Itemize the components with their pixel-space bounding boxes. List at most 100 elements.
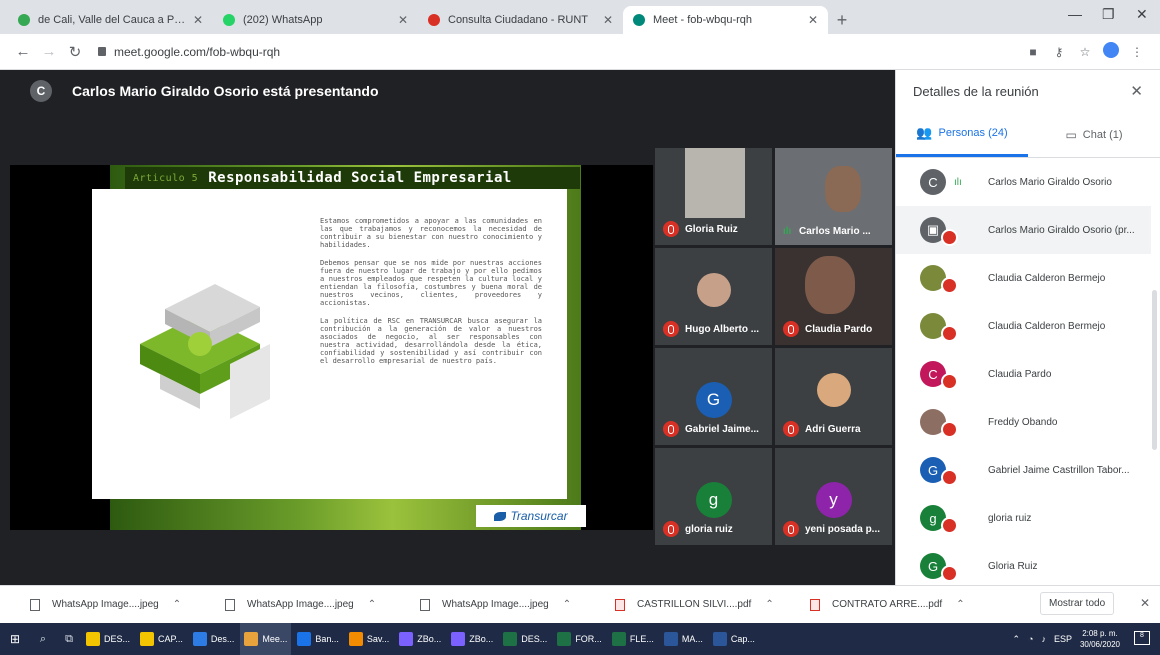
mic-off-icon bbox=[941, 517, 958, 534]
participant-list-item[interactable]: g gloria ruiz bbox=[896, 494, 1151, 542]
app-icon bbox=[244, 632, 259, 646]
taskbar-app[interactable]: Sav... bbox=[345, 623, 393, 655]
tab-chat[interactable]: ▭ Chat (1) bbox=[1028, 112, 1160, 157]
forward-icon[interactable]: → bbox=[36, 43, 62, 60]
participant-list-name: Carlos Mario Giraldo Osorio bbox=[988, 176, 1112, 188]
close-tab-icon[interactable]: ✕ bbox=[808, 13, 818, 27]
close-tab-icon[interactable]: ✕ bbox=[398, 13, 408, 27]
panel-scrollbar[interactable] bbox=[1152, 290, 1157, 450]
participant-list-item[interactable]: ▣ Carlos Mario Giraldo Osorio (pr... bbox=[896, 206, 1151, 254]
participant-avatar-photo bbox=[697, 273, 731, 307]
volume-icon[interactable]: ♪ bbox=[1041, 634, 1046, 644]
taskbar-app[interactable]: FLE... bbox=[608, 623, 658, 655]
show-all-button[interactable]: Mostrar todo bbox=[1040, 592, 1115, 615]
participant-avatar: ▣ bbox=[920, 217, 958, 246]
mic-off-icon bbox=[783, 521, 799, 537]
taskbar-app-label: CAP... bbox=[158, 634, 183, 644]
app-icon bbox=[557, 632, 572, 646]
participant-list-name: Freddy Obando bbox=[988, 416, 1058, 428]
tray-chevron-icon[interactable]: ⌃ bbox=[1012, 634, 1020, 645]
close-tab-icon[interactable]: ✕ bbox=[603, 13, 613, 27]
participant-list-item[interactable]: Freddy Obando bbox=[896, 398, 1151, 446]
language-indicator[interactable]: ESP bbox=[1054, 634, 1072, 644]
download-item[interactable]: WhatsApp Image....jpeg ⌃ bbox=[0, 598, 195, 611]
chevron-up-icon[interactable]: ⌃ bbox=[956, 599, 964, 610]
taskbar-app[interactable]: ZBo... bbox=[447, 623, 497, 655]
participant-avatar: G bbox=[920, 553, 958, 582]
maximize-icon[interactable]: ❐ bbox=[1102, 6, 1115, 23]
windows-start-icon[interactable]: ⊞ bbox=[0, 632, 30, 646]
taskbar-app[interactable]: CAP... bbox=[136, 623, 187, 655]
taskbar-app[interactable]: ZBo... bbox=[395, 623, 445, 655]
people-icon: 👥 bbox=[916, 125, 933, 140]
close-window-icon[interactable]: ✕ bbox=[1136, 6, 1148, 23]
app-icon bbox=[348, 632, 363, 646]
participant-tile[interactable]: Adri Guerra bbox=[775, 348, 892, 445]
profile-avatar[interactable] bbox=[1098, 42, 1124, 61]
download-item[interactable]: CASTRILLON SILVI....pdf ⌃ bbox=[585, 598, 780, 611]
browser-tab[interactable]: Consulta Ciudadano - RUNT ✕ bbox=[418, 6, 623, 34]
taskbar-app[interactable]: Mee... bbox=[240, 623, 292, 655]
participant-tile[interactable]: g gloria ruiz bbox=[655, 448, 772, 545]
download-item[interactable]: WhatsApp Image....jpeg ⌃ bbox=[195, 598, 390, 611]
participant-list-item[interactable]: C Claudia Pardo bbox=[896, 350, 1151, 398]
minimize-icon[interactable]: — bbox=[1068, 6, 1082, 22]
taskbar-app-label: Des... bbox=[210, 634, 235, 644]
chevron-up-icon[interactable]: ⌃ bbox=[173, 599, 181, 610]
taskbar-app[interactable]: Ban... bbox=[293, 623, 343, 655]
wifi-icon[interactable]: ◔ bbox=[1028, 634, 1033, 644]
browser-tab[interactable]: (202) WhatsApp ✕ bbox=[213, 6, 418, 34]
chevron-up-icon[interactable]: ⌃ bbox=[765, 599, 773, 610]
presenter-bar: C Carlos Mario Giraldo Osorio está prese… bbox=[0, 70, 895, 112]
taskbar-app[interactable]: MA... bbox=[660, 623, 707, 655]
app-icon bbox=[611, 632, 626, 646]
taskbar-app[interactable]: Cap... bbox=[709, 623, 759, 655]
participant-face bbox=[805, 256, 855, 314]
taskbar-app[interactable]: FOR... bbox=[553, 623, 606, 655]
back-icon[interactable]: ← bbox=[10, 43, 36, 60]
participant-tile[interactable]: G Gabriel Jaime... bbox=[655, 348, 772, 445]
taskbar-app-label: DES... bbox=[104, 634, 131, 644]
new-tab-button[interactable]: + bbox=[828, 6, 856, 34]
taskbar-app[interactable]: Des... bbox=[189, 623, 239, 655]
browser-tab[interactable]: de Cali, Valle del Cauca a Puerto ✕ bbox=[8, 6, 213, 34]
url-field[interactable]: meet.google.com/fob-wbqu-rqh bbox=[98, 45, 1020, 59]
close-panel-icon[interactable]: ✕ bbox=[1130, 82, 1143, 100]
browser-tab[interactable]: Meet - fob-wbqu-rqh ✕ bbox=[623, 6, 828, 34]
participant-tile[interactable]: ılı Carlos Mario ... bbox=[775, 148, 892, 245]
participant-avatar: G bbox=[920, 457, 958, 486]
chevron-up-icon[interactable]: ⌃ bbox=[563, 599, 571, 610]
taskbar-app[interactable]: DES... bbox=[499, 623, 551, 655]
task-view-icon[interactable]: ⧉ bbox=[56, 633, 82, 646]
participant-list-item[interactable]: Claudia Calderon Bermejo bbox=[896, 254, 1151, 302]
participant-avatar bbox=[920, 409, 958, 438]
participant-tile[interactable]: Hugo Alberto ... bbox=[655, 248, 772, 345]
camera-icon[interactable]: ■ bbox=[1020, 45, 1046, 59]
star-icon[interactable]: ☆ bbox=[1072, 45, 1098, 59]
participant-list-item[interactable]: Cılı Carlos Mario Giraldo Osorio bbox=[896, 158, 1151, 206]
transurcar-logo: Transurcar bbox=[476, 505, 586, 527]
menu-icon[interactable]: ⋮ bbox=[1124, 45, 1150, 59]
participant-list-item[interactable]: Claudia Calderon Bermejo bbox=[896, 302, 1151, 350]
notification-icon[interactable]: 8 bbox=[1134, 631, 1150, 645]
participant-tile[interactable]: Gloria Ruiz bbox=[655, 148, 772, 245]
file-icon bbox=[420, 598, 430, 611]
participant-list-item[interactable]: G Gabriel Jaime Castrillon Tabor... bbox=[896, 446, 1151, 494]
close-downloads-icon[interactable]: ✕ bbox=[1140, 596, 1150, 610]
chevron-up-icon[interactable]: ⌃ bbox=[368, 599, 376, 610]
search-icon[interactable]: ⌕ bbox=[30, 633, 56, 646]
key-icon[interactable]: ⚷ bbox=[1046, 45, 1072, 59]
tab-people[interactable]: 👥 Personas (24) bbox=[896, 112, 1028, 157]
close-tab-icon[interactable]: ✕ bbox=[193, 13, 203, 27]
taskbar-app[interactable]: DES... bbox=[82, 623, 134, 655]
clock-date: 30/06/2020 bbox=[1079, 640, 1120, 649]
app-icon bbox=[663, 632, 678, 646]
download-item[interactable]: WhatsApp Image....jpeg ⌃ bbox=[390, 598, 585, 611]
participant-name: gloria ruiz bbox=[685, 523, 733, 535]
download-item[interactable]: CONTRATO ARRE....pdf ⌃ bbox=[780, 598, 975, 611]
reload-icon[interactable]: ↻ bbox=[62, 43, 88, 61]
participant-list-item[interactable]: G Gloria Ruiz bbox=[896, 542, 1151, 585]
clock[interactable]: 2:08 p. m. 30/06/2020 bbox=[1080, 628, 1120, 650]
participant-tile[interactable]: Claudia Pardo bbox=[775, 248, 892, 345]
participant-tile[interactable]: y yeni posada p... bbox=[775, 448, 892, 545]
